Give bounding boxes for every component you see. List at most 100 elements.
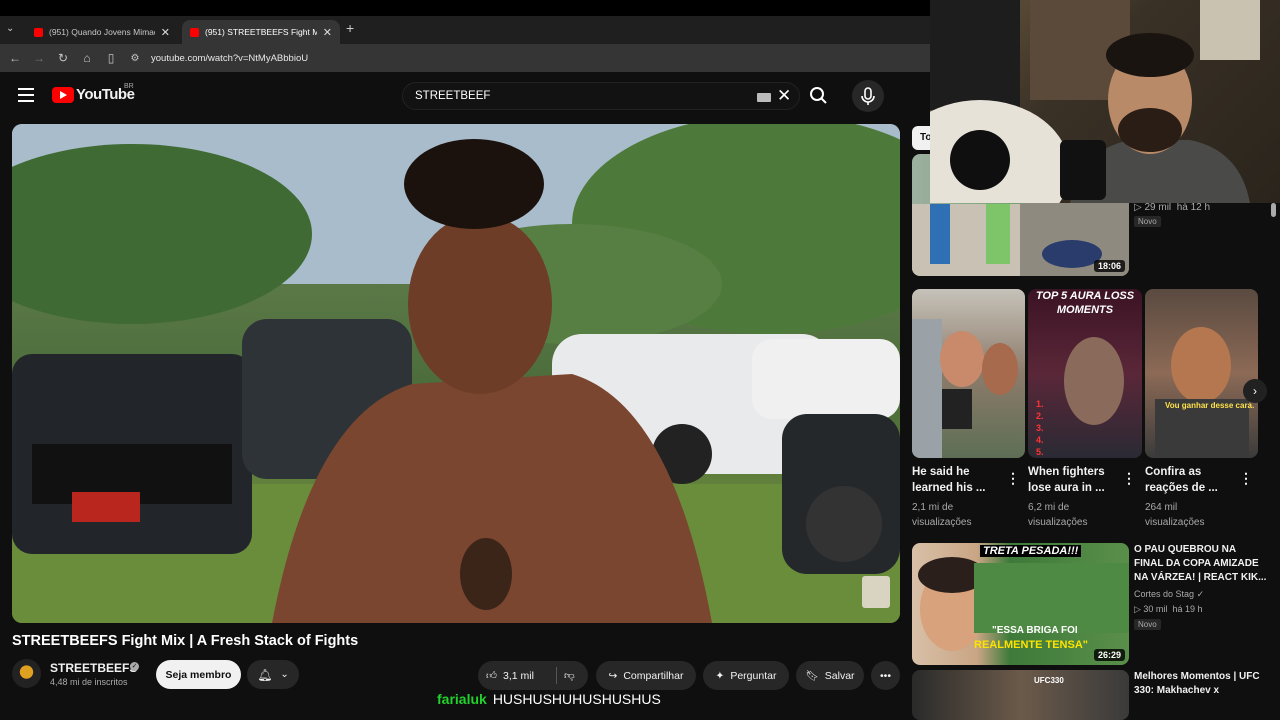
thumbnail-overlay-text: UFC330 [1034,676,1064,685]
thumbnail-overlay-text: TRETA PESADA!!! [980,545,1082,557]
keyboard-icon[interactable] [757,93,771,102]
subscriber-count: 4,48 mi de inscritos [50,677,128,687]
new-tab-icon[interactable]: + [346,20,354,36]
share-icon: ↪ [608,669,618,682]
short-menu-icon[interactable]: ⋮ [1239,470,1253,487]
short-thumbnail[interactable] [912,289,1025,458]
related-video-thumbnail[interactable]: TRETA PESADA!!! "ESSA BRIGA FOI REALMENT… [912,543,1129,665]
svg-text:4.: 4. [1036,435,1044,445]
youtube-favicon-icon [34,27,43,37]
thumbnail-overlay-text: Vou ganhar desse cara. [1165,401,1255,410]
bookmark-icon: 🔖︎ [805,670,819,682]
channel-avatar[interactable] [12,659,41,688]
short-views: 2,1 mi de [912,502,954,513]
view-count: 30 mil [1143,604,1168,614]
ask-label: Perguntar [730,669,777,682]
like-count[interactable]: 3,1 mil [503,670,534,682]
short-views-label: visualizações [1145,517,1205,528]
svg-text:3.: 3. [1036,423,1044,433]
channel-name[interactable]: Cortes do Stag ✓ [1134,587,1204,602]
thumbnail-overlay-text: TOP 5 AURA LOSS MOMENTS [1035,290,1135,316]
short-views-label: visualizações [1028,517,1088,528]
browser-addressbar: ← → ↻ ⌂ ▯ ⚙ youtube.com/watch?v=NtMyABbb… [0,44,930,72]
microphone-icon [861,87,875,105]
svg-text:1.: 1. [1036,399,1044,409]
video-duration: 26:29 [1093,649,1125,661]
video-duration: 18:06 [1093,260,1125,272]
browser-tab-2[interactable]: (951) STREETBEEFS Fight Mix | A ✕ [182,20,340,44]
voice-search-button[interactable] [852,80,884,112]
channel-name[interactable]: STREETBEEFS [50,661,137,675]
menu-icon[interactable] [18,88,34,102]
streamer-webcam-overlay [930,0,1280,203]
thumbnail-image [912,319,1018,458]
video-title: STREETBEEFS Fight Mix | A Fresh Stack of… [12,633,359,649]
browser-tabbar: ⌄ (951) Quando Jovens Mimados ✕ (951) ST… [0,0,930,44]
forward-icon[interactable]: → [27,51,51,65]
short-views-label: visualizações [912,517,972,528]
like-dislike-group: 👍︎ 3,1 mil 👎︎ [478,661,588,690]
svg-text:5.: 5. [1036,447,1044,457]
ask-button[interactable]: ✦ Perguntar [703,661,789,690]
sparkle-icon: ✦ [715,669,725,682]
dislike-icon[interactable]: 👎︎ [564,669,575,682]
video-frame [12,124,900,623]
reload-icon[interactable]: ↻ [51,51,75,65]
view-count: 29 mil [1144,202,1172,213]
search-box[interactable]: STREETBEEF ✕ [402,82,800,110]
shorts-next-button[interactable]: › [1243,379,1267,403]
close-tab-icon[interactable]: ✕ [161,26,170,39]
chevron-right-icon: › [1253,384,1257,398]
webcam-image [930,0,1260,203]
youtube-favicon-icon [190,27,199,37]
related-video-thumbnail[interactable]: UFC330 [912,670,1129,720]
clear-search-icon[interactable]: ✕ [777,86,791,106]
save-button[interactable]: 🔖︎ Salvar [796,661,864,690]
chevron-down-icon: ⌄ [280,669,289,680]
short-thumbnail[interactable]: Vou ganhar desse cara. [1145,289,1258,458]
video-title-line[interactable]: FINAL DA COPA AMIZADE [1134,557,1259,571]
url-field[interactable]: youtube.com/watch?v=NtMyABbbioU [151,53,308,64]
back-icon[interactable]: ← [3,51,27,65]
split-view-icon[interactable]: ▯ [99,51,123,65]
short-menu-icon[interactable]: ⋮ [1122,470,1136,487]
youtube-logo[interactable]: YouTube BR [52,83,135,103]
video-title-line[interactable]: Melhores Momentos | UFC [1134,670,1260,684]
close-tab-icon[interactable]: ✕ [323,26,332,39]
search-button[interactable] [804,82,834,110]
video-stats: ▷ 30 mil há 19 h [1134,604,1203,614]
search-input[interactable]: STREETBEEF [415,90,490,102]
youtube-play-icon [52,86,74,103]
short-menu-icon[interactable]: ⋮ [1006,470,1020,487]
short-title[interactable]: He said he learned his ... [912,464,996,496]
upload-age: há 12 h [1176,202,1211,213]
sidebar-scrollbar[interactable] [1271,203,1276,217]
home-icon[interactable]: ⌂ [75,51,99,65]
bell-icon: 🔔︎ [257,667,273,682]
short-thumbnail[interactable]: TOP 5 AURA LOSS MOMENTS 1. 2. 3. 4. 5. [1028,289,1142,458]
short-views: 6,2 mi de [1028,502,1070,513]
like-icon[interactable]: 👍︎ [486,669,497,682]
join-button[interactable]: Seja membro [156,660,241,689]
chat-text: HUSHUSHUHUSHUSHUS [492,691,661,707]
notifications-button[interactable]: 🔔︎ ⌄ [247,660,299,689]
filter-chip-all[interactable]: To [912,126,932,150]
short-title[interactable]: When fighters lose aura in ... [1028,464,1112,496]
tab-list-dropdown-icon[interactable]: ⌄ [6,23,14,34]
new-badge: Novo [1134,619,1161,630]
thumbnail-overlay-text: "ESSA BRIGA FOI [992,625,1078,636]
video-title-line[interactable]: 330: Makhachev x [1134,684,1219,698]
chat-username: farialuk [437,691,487,707]
video-title-line[interactable]: NA VÁRZEA! | REACT KIK... [1134,571,1266,585]
video-player[interactable] [12,124,900,623]
site-info-icon[interactable]: ⚙ [123,53,147,64]
video-title-line[interactable]: O PAU QUEBROU NA [1134,543,1236,557]
share-button[interactable]: ↪ Compartilhar [596,661,696,690]
channel-label: Cortes do Stag [1134,589,1195,599]
browser-tab-1[interactable]: (951) Quando Jovens Mimados ✕ [26,20,178,44]
related-videos-column: To 18:06 ▷ 29 mil há 12 h Novo TOP 5 AUR… [900,120,1280,720]
short-title[interactable]: Confira as reações de ... [1145,464,1229,496]
more-actions-button[interactable]: ••• [871,661,900,690]
svg-text:2.: 2. [1036,411,1044,421]
more-icon: ••• [879,669,892,682]
